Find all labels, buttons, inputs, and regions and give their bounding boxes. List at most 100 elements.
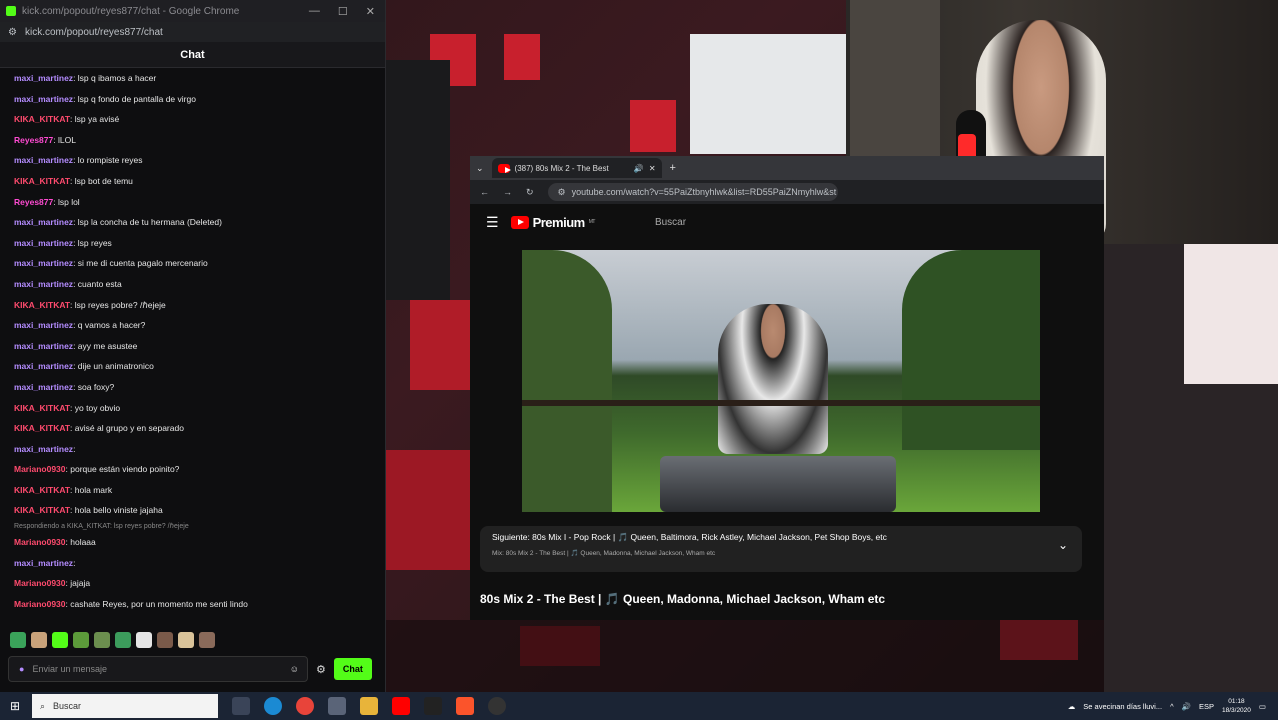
minimize-icon[interactable]: — <box>309 5 320 18</box>
emote-icon[interactable] <box>136 632 152 648</box>
youtube-address-field[interactable]: ⚙ youtube.com/watch?v=55PaiZtbnyhlwk&lis… <box>547 183 838 201</box>
hamburger-menu-icon[interactable]: ☰ <box>486 214 499 231</box>
chat-username[interactable]: KIKA_KITKAT <box>14 176 70 186</box>
chat-separator: : <box>73 443 76 454</box>
chat-username[interactable]: maxi_martinez <box>14 155 73 165</box>
weather-icon[interactable]: ☁ <box>1068 702 1076 711</box>
youtube-tab[interactable]: (387) 80s Mix 2 - The Best 🔊 ✕ <box>491 158 662 178</box>
chat-header: Chat <box>0 42 385 68</box>
obs-icon[interactable] <box>488 697 506 715</box>
chat-username[interactable]: maxi_martinez <box>14 320 73 330</box>
youtube-tab-title: (387) 80s Mix 2 - The Best <box>514 163 609 173</box>
chat-username[interactable]: Mariano0930 <box>14 537 66 547</box>
chat-username[interactable]: Reyes877 <box>14 135 53 145</box>
chat-message-input[interactable]: ● Enviar un mensaje ☺ <box>8 656 308 682</box>
chat-url-bar[interactable]: ⚙ kick.com/popout/reyes877/chat <box>0 22 385 42</box>
tray-chevron-icon[interactable]: ^ <box>1170 702 1174 711</box>
youtube-url[interactable]: youtube.com/watch?v=55PaiZtbnyhlwk&list=… <box>572 187 837 197</box>
chat-username[interactable]: maxi_martinez <box>14 258 73 268</box>
emote-icon[interactable] <box>73 632 89 648</box>
taskbar-clock[interactable]: 01:18 18/3/2020 <box>1222 697 1251 715</box>
chat-username[interactable]: KIKA_KITKAT <box>14 403 70 413</box>
chat-username[interactable]: maxi_martinez <box>14 341 73 351</box>
chat-username[interactable]: KIKA_KITKAT <box>14 485 70 495</box>
chat-username[interactable]: Reyes877 <box>14 197 53 207</box>
youtube-premium-logo[interactable]: Premium MT <box>510 215 596 230</box>
lang-indicator[interactable]: ESP <box>1199 702 1214 711</box>
new-tab-icon[interactable]: + <box>670 162 676 174</box>
chat-username[interactable]: KIKA_KITKAT <box>14 300 70 310</box>
youtube-header: ☰ Premium MT Buscar <box>470 204 1104 240</box>
tune-icon[interactable]: ⚙ <box>8 27 17 38</box>
chat-message: KIKA_KITKAT: lsp ya avisé <box>0 109 386 130</box>
chat-url[interactable]: kick.com/popout/reyes877/chat <box>25 27 163 38</box>
emote-icon[interactable] <box>115 632 131 648</box>
site-info-icon[interactable]: ⚙ <box>558 187 566 198</box>
chat-message: maxi_martinez: <box>0 439 386 460</box>
emote-icon[interactable] <box>178 632 194 648</box>
bg-red-panel <box>504 34 540 80</box>
chat-message-text: cuanto esta <box>77 278 122 289</box>
start-menu-icon[interactable]: ⊞ <box>10 699 20 713</box>
chat-message-text: hola mark <box>74 484 113 495</box>
chat-username[interactable]: Mariano0930 <box>14 578 66 588</box>
tab-search-icon[interactable]: ⌄ <box>476 163 484 174</box>
chat-username[interactable]: maxi_martinez <box>14 279 73 289</box>
brave-icon[interactable] <box>456 697 474 715</box>
chat-username[interactable]: maxi_martinez <box>14 217 73 227</box>
chat-username[interactable]: KIKA_KITKAT <box>14 114 70 124</box>
task-view-icon[interactable] <box>232 697 250 715</box>
maximize-icon[interactable]: ☐ <box>338 5 348 18</box>
chat-input-row: ● Enviar un mensaje ☺ ⚙ Chat <box>8 656 378 682</box>
youtube-logo-country: MT <box>588 219 596 225</box>
chat-message-text: lsp la concha de tu hermana (Deleted) <box>77 217 222 228</box>
tab-close-icon[interactable]: ✕ <box>649 164 662 173</box>
edge-icon[interactable] <box>264 697 282 715</box>
youtube-app-icon[interactable] <box>392 697 410 715</box>
chat-message-text: jajaja <box>70 578 91 589</box>
calculator-icon[interactable] <box>328 697 346 715</box>
chat-send-button[interactable]: Chat <box>333 658 372 680</box>
chat-username[interactable]: maxi_martinez <box>14 238 73 248</box>
tiktok-icon[interactable] <box>424 697 442 715</box>
chat-message-text: soa foxy? <box>77 381 115 392</box>
chat-username[interactable]: maxi_martinez <box>14 73 73 83</box>
chat-settings-icon[interactable]: ⚙ <box>316 663 326 676</box>
chat-username[interactable]: maxi_martinez <box>14 444 73 454</box>
emote-icon[interactable] <box>31 632 47 648</box>
audio-icon: 🔊 <box>633 163 644 173</box>
chat-username[interactable]: Mariano0930 <box>14 464 66 474</box>
chat-message: maxi_martinez: lsp q ibamos a hacer <box>0 68 386 89</box>
up-next-panel[interactable]: Siguiente: 80s Mix I - Pop Rock | 🎵 Quee… <box>480 526 1082 572</box>
weather-text[interactable]: Se avecinan días lluvi... <box>1083 702 1162 711</box>
chat-username[interactable]: maxi_martinez <box>14 361 73 371</box>
notification-icon[interactable]: ▭ <box>1259 702 1266 711</box>
emote-icon[interactable] <box>52 632 68 648</box>
emote-icon[interactable] <box>199 632 215 648</box>
kick-favicon-icon <box>6 6 16 16</box>
emoji-icon[interactable]: ☺ <box>290 664 307 674</box>
forward-arrow-icon[interactable]: → <box>503 187 512 197</box>
back-arrow-icon[interactable]: ← <box>480 187 489 197</box>
volume-icon[interactable]: 🔊 <box>1182 702 1191 711</box>
chrome-icon[interactable] <box>296 697 314 715</box>
file-explorer-icon[interactable] <box>360 697 378 715</box>
chat-input-placeholder: Enviar un mensaje <box>32 664 107 674</box>
emote-icon[interactable] <box>157 632 173 648</box>
video-player[interactable] <box>522 250 1040 512</box>
youtube-search-input[interactable]: Buscar <box>655 217 686 228</box>
chevron-down-icon[interactable]: ⌄ <box>1058 538 1068 552</box>
chat-username[interactable]: maxi_martinez <box>14 382 73 392</box>
chat-username[interactable]: maxi_martinez <box>14 94 73 104</box>
emote-icon[interactable] <box>10 632 26 648</box>
reload-icon[interactable]: ↻ <box>526 187 534 198</box>
mix-label: Mix: 80s Mix 2 - The Best | 🎵 Queen, Mad… <box>492 550 716 557</box>
close-icon[interactable]: ✕ <box>366 5 375 18</box>
chat-username[interactable]: Mariano0930 <box>14 599 66 609</box>
chat-username[interactable]: KIKA_KITKAT <box>14 423 70 433</box>
chat-username[interactable]: KIKA_KITKAT <box>14 505 70 515</box>
chat-username[interactable]: maxi_martinez <box>14 558 73 568</box>
taskbar-search[interactable]: ⌕ Buscar <box>32 694 218 718</box>
emote-icon[interactable] <box>94 632 110 648</box>
up-next-label[interactable]: Siguiente: 80s Mix I - Pop Rock | 🎵 Quee… <box>492 532 1070 543</box>
